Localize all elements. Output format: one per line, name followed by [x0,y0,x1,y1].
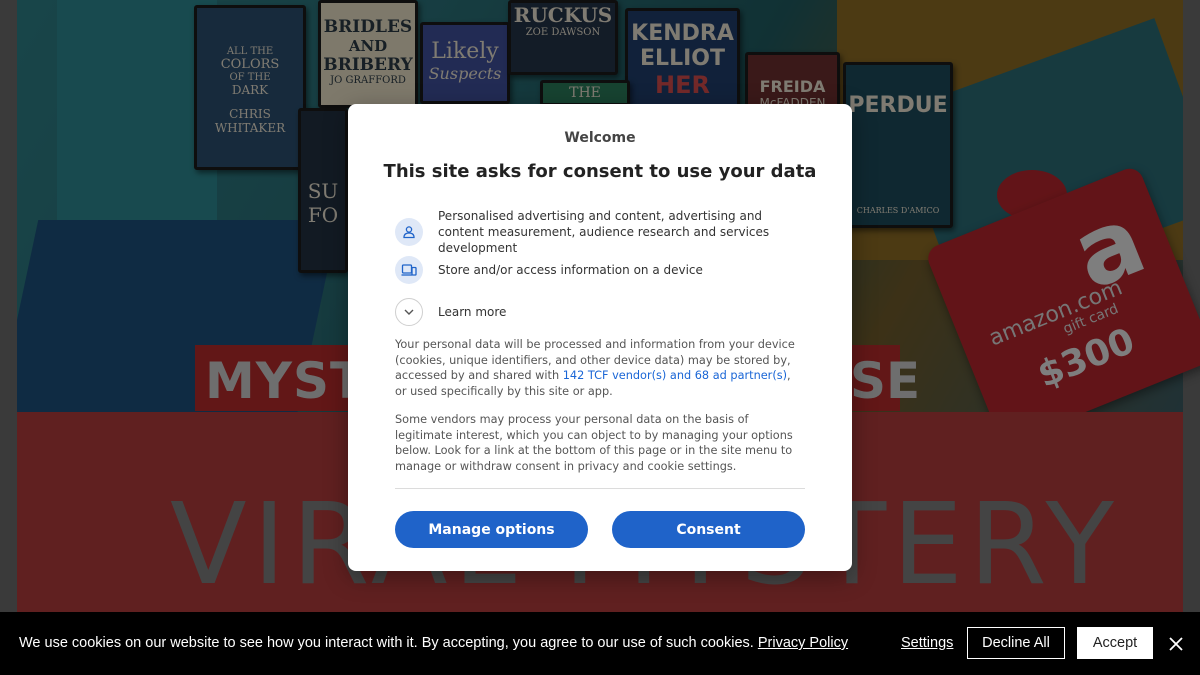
cookie-notice: We use cookies on our website to see how… [19,635,848,651]
learn-more-label[interactable]: Learn more [438,304,506,320]
devices-icon [395,256,423,284]
purpose-text: Personalised advertising and content, ad… [438,209,770,255]
purpose-text: Store and/or access information on a dev… [438,263,703,277]
cookie-settings-link[interactable]: Settings [901,635,953,651]
chevron-down-icon[interactable] [395,298,423,326]
cookie-bar: We use cookies on our website to see how… [0,612,1200,675]
decline-all-button[interactable]: Decline All [967,627,1065,659]
legitimate-interest-notice: Some vendors may process your personal d… [395,413,793,473]
manage-options-button[interactable]: Manage options [395,511,588,548]
purpose-store-access: Store and/or access information on a dev… [395,256,703,284]
consent-button[interactable]: Consent [612,511,805,548]
consent-dialog: Welcome This site asks for consent to us… [348,104,852,571]
data-processing-notice: Your personal data will be processed and… [395,337,805,399]
person-icon [395,218,423,246]
learn-more-toggle[interactable]: Learn more [395,298,506,326]
purpose-personalised-ads: Personalised advertising and content, ad… [395,208,808,256]
cookie-notice-text: We use cookies on our website to see how… [19,635,754,651]
close-icon[interactable] [1166,634,1186,654]
divider [395,488,805,489]
privacy-policy-link[interactable]: Privacy Policy [758,635,848,651]
accept-button[interactable]: Accept [1077,627,1153,659]
vendors-link[interactable]: 142 TCF vendor(s) and 68 ad partner(s) [563,369,787,382]
dialog-welcome: Welcome [564,130,636,146]
dialog-title: This site asks for consent to use your d… [383,161,817,182]
